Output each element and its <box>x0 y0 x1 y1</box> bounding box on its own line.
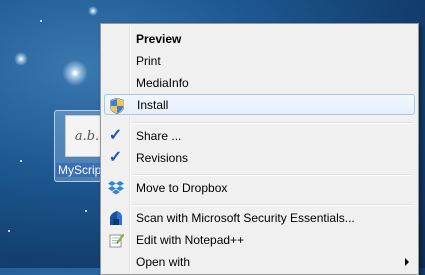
menu-item-label: Install <box>137 97 169 112</box>
star-decoration <box>88 6 98 16</box>
star-decoration <box>40 20 42 22</box>
menu-item-label: Revisions <box>136 150 189 165</box>
checkmark-icon: ✓ <box>108 127 123 144</box>
menu-separator <box>131 174 413 176</box>
notepad-plus-plus-icon <box>107 231 124 248</box>
submenu-arrow-icon <box>405 258 409 266</box>
menu-item-share[interactable]: ✓ Share ... <box>104 125 415 146</box>
star-decoration <box>8 230 10 232</box>
menu-separator <box>131 204 413 206</box>
menu-item-mediainfo[interactable]: MediaInfo <box>104 72 415 93</box>
menu-separator <box>131 122 413 124</box>
menu-item-install[interactable]: Install <box>104 94 415 115</box>
menu-item-print[interactable]: Print <box>104 50 415 71</box>
menu-item-label: Share ... <box>136 128 182 143</box>
menu-item-open-with[interactable]: Open with <box>104 251 415 272</box>
menu-item-label: Edit with Notepad++ <box>136 232 245 247</box>
menu-item-label: MediaInfo <box>136 75 189 90</box>
checkmark-icon: ✓ <box>108 149 123 166</box>
menu-item-label: Preview <box>136 31 182 46</box>
security-essentials-icon <box>107 209 124 226</box>
menu-item-label: Open with <box>136 254 191 269</box>
star-decoration <box>73 71 77 75</box>
star-decoration <box>14 52 28 66</box>
menu-item-move-to-dropbox[interactable]: Move to Dropbox <box>104 177 415 198</box>
thumbnail-text: a.b. <box>74 128 100 144</box>
menu-item-revisions[interactable]: ✓ Revisions <box>104 147 415 168</box>
menu-item-label: Move to Dropbox <box>136 180 228 195</box>
dropbox-icon <box>107 179 124 196</box>
menu-item-scan-security-essentials[interactable]: Scan with Microsoft Security Essentials.… <box>104 207 415 228</box>
star-decoration <box>85 210 87 212</box>
menu-item-edit-notepad-plus-plus[interactable]: Edit with Notepad++ <box>104 229 415 250</box>
menu-item-label: Scan with Microsoft Security Essentials.… <box>136 210 355 225</box>
star-decoration <box>20 160 22 162</box>
menu-item-label: Print <box>136 53 161 68</box>
uac-shield-icon <box>108 97 125 114</box>
context-menu: Preview Print MediaInfo Install ✓ Share … <box>100 23 419 275</box>
menu-item-preview[interactable]: Preview <box>104 28 415 49</box>
